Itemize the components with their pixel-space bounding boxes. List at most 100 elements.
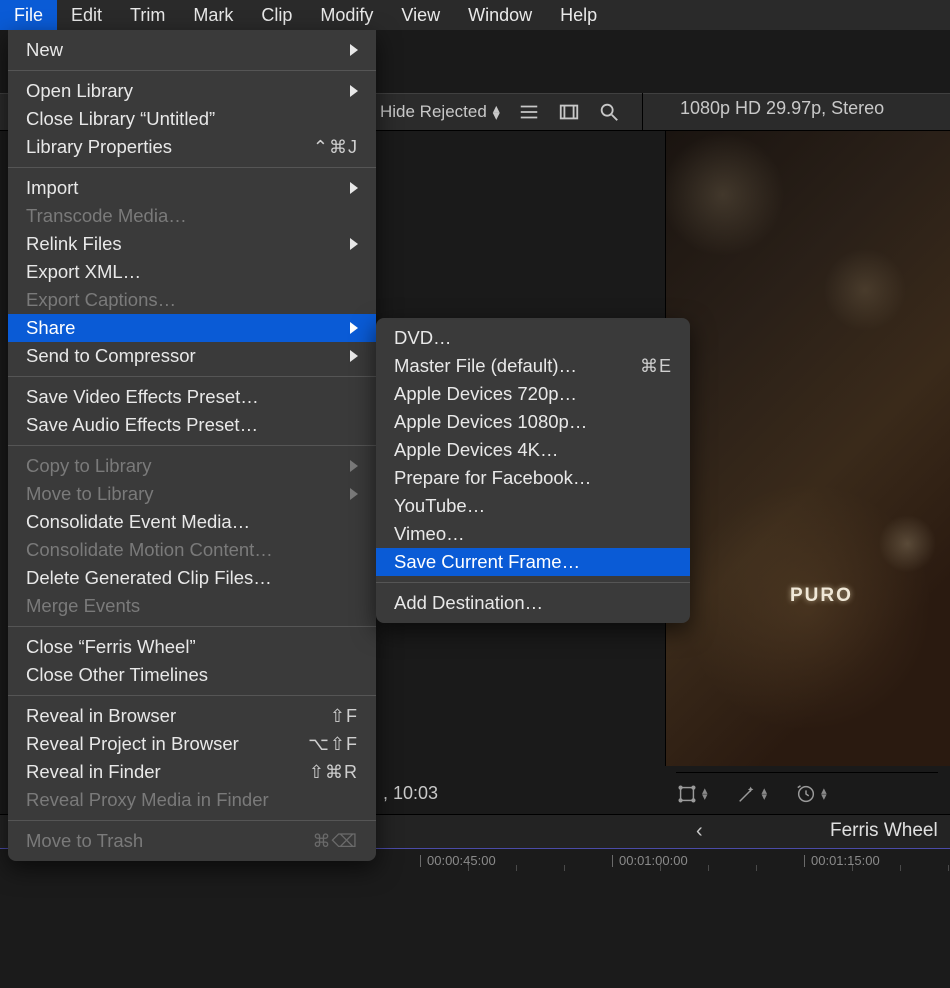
menu-item-shortcut: ⌘E bbox=[640, 356, 672, 377]
updown-icon: ▴▾ bbox=[821, 788, 827, 800]
menu-item-label: Consolidate Motion Content… bbox=[26, 539, 273, 561]
share-menu-item-apple-devices-4k[interactable]: Apple Devices 4K… bbox=[376, 436, 690, 464]
menu-item-label: Consolidate Event Media… bbox=[26, 511, 250, 533]
menu-item-label: Move to Trash bbox=[26, 830, 143, 852]
menu-item-label: Copy to Library bbox=[26, 455, 151, 477]
updown-icon: ▴▾ bbox=[493, 105, 500, 119]
list-view-icon[interactable] bbox=[518, 101, 540, 123]
menu-item-label: Save Audio Effects Preset… bbox=[26, 414, 258, 436]
ruler-subtick bbox=[852, 865, 853, 871]
submenu-arrow-icon bbox=[350, 350, 358, 362]
ruler-subtick bbox=[468, 865, 469, 871]
search-icon[interactable] bbox=[598, 101, 620, 123]
file-menu-item-import[interactable]: Import bbox=[8, 174, 376, 202]
menu-item-label: Close Other Timelines bbox=[26, 664, 208, 686]
file-menu-separator bbox=[8, 445, 376, 446]
share-menu-separator bbox=[376, 582, 690, 583]
ruler-subtick bbox=[660, 865, 661, 871]
menu-item-label: Add Destination… bbox=[394, 592, 543, 614]
menubar-item-clip[interactable]: Clip bbox=[247, 0, 306, 30]
menu-item-shortcut: ⌥⇧F bbox=[308, 734, 358, 755]
menu-item-label: Open Library bbox=[26, 80, 133, 102]
menu-item-label: Reveal Proxy Media in Finder bbox=[26, 789, 269, 811]
enhance-tool-dropdown[interactable]: ▴▾ bbox=[736, 783, 768, 805]
file-menu-item-close-other-timelines[interactable]: Close Other Timelines bbox=[8, 661, 376, 689]
share-menu-item-apple-devices-1080p[interactable]: Apple Devices 1080p… bbox=[376, 408, 690, 436]
share-menu-item-dvd[interactable]: DVD… bbox=[376, 324, 690, 352]
file-menu-item-open-library[interactable]: Open Library bbox=[8, 77, 376, 105]
file-menu-item-send-to-compressor[interactable]: Send to Compressor bbox=[8, 342, 376, 370]
share-menu-item-vimeo[interactable]: Vimeo… bbox=[376, 520, 690, 548]
share-menu-item-apple-devices-720p[interactable]: Apple Devices 720p… bbox=[376, 380, 690, 408]
submenu-arrow-icon bbox=[350, 182, 358, 194]
submenu-arrow-icon bbox=[350, 488, 358, 500]
menu-item-label: Master File (default)… bbox=[394, 355, 577, 377]
viewer-canvas bbox=[665, 131, 950, 766]
file-menu-item-close-library-untitled[interactable]: Close Library “Untitled” bbox=[8, 105, 376, 133]
file-menu-item-transcode-media: Transcode Media… bbox=[8, 202, 376, 230]
share-menu-item-save-current-frame[interactable]: Save Current Frame… bbox=[376, 548, 690, 576]
file-menu-item-export-captions: Export Captions… bbox=[8, 286, 376, 314]
menu-item-label: Reveal in Browser bbox=[26, 705, 176, 727]
share-menu-item-youtube[interactable]: YouTube… bbox=[376, 492, 690, 520]
submenu-arrow-icon bbox=[350, 44, 358, 56]
menu-item-label: Transcode Media… bbox=[26, 205, 187, 227]
ruler-tick: 00:01:00:00 bbox=[612, 853, 688, 868]
transform-tool-dropdown[interactable]: ▴▾ bbox=[676, 783, 708, 805]
menubar: FileEditTrimMarkClipModifyViewWindowHelp bbox=[0, 0, 950, 30]
file-menu-item-close-ferris-wheel[interactable]: Close “Ferris Wheel” bbox=[8, 633, 376, 661]
menubar-item-modify[interactable]: Modify bbox=[306, 0, 387, 30]
timeline-history-back-button[interactable]: ‹ bbox=[696, 820, 703, 843]
file-menu-item-save-audio-effects-preset[interactable]: Save Audio Effects Preset… bbox=[8, 411, 376, 439]
ruler-subtick bbox=[708, 865, 709, 871]
menubar-item-view[interactable]: View bbox=[387, 0, 454, 30]
submenu-arrow-icon bbox=[350, 322, 358, 334]
menu-item-label: New bbox=[26, 39, 63, 61]
menu-item-label: Relink Files bbox=[26, 233, 122, 255]
file-menu-item-share[interactable]: Share bbox=[8, 314, 376, 342]
menu-item-label: Vimeo… bbox=[394, 523, 465, 545]
file-menu-item-reveal-project-in-browser[interactable]: Reveal Project in Browser⌥⇧F bbox=[8, 730, 376, 758]
file-menu-item-delete-generated-clip-files[interactable]: Delete Generated Clip Files… bbox=[8, 564, 376, 592]
ruler-subtick bbox=[564, 865, 565, 871]
file-menu-item-reveal-in-browser[interactable]: Reveal in Browser⇧F bbox=[8, 702, 376, 730]
menu-item-label: Reveal in Finder bbox=[26, 761, 161, 783]
ruler-tick: 00:01:15:00 bbox=[804, 853, 880, 868]
menu-item-label: Close “Ferris Wheel” bbox=[26, 636, 196, 658]
file-menu-item-save-video-effects-preset[interactable]: Save Video Effects Preset… bbox=[8, 383, 376, 411]
file-menu-item-export-xml[interactable]: Export XML… bbox=[8, 258, 376, 286]
retime-tool-dropdown[interactable]: ▴▾ bbox=[795, 783, 827, 805]
file-menu-item-reveal-proxy-media-in-finder: Reveal Proxy Media in Finder bbox=[8, 786, 376, 814]
menu-item-label: Prepare for Facebook… bbox=[394, 467, 591, 489]
menubar-item-help[interactable]: Help bbox=[546, 0, 611, 30]
clip-filter-dropdown[interactable]: Hide Rejected ▴▾ bbox=[380, 102, 500, 122]
menu-item-label: YouTube… bbox=[394, 495, 485, 517]
menubar-item-trim[interactable]: Trim bbox=[116, 0, 179, 30]
file-menu-item-move-to-library: Move to Library bbox=[8, 480, 376, 508]
menubar-item-mark[interactable]: Mark bbox=[179, 0, 247, 30]
menu-item-shortcut: ⌃⌘J bbox=[313, 137, 358, 158]
menubar-item-edit[interactable]: Edit bbox=[57, 0, 116, 30]
menubar-item-window[interactable]: Window bbox=[454, 0, 546, 30]
ruler-tick-label: 00:01:15:00 bbox=[811, 853, 880, 868]
share-menu-item-master-file-default[interactable]: Master File (default)… ⌘E bbox=[376, 352, 690, 380]
submenu-arrow-icon bbox=[350, 460, 358, 472]
file-menu-item-reveal-in-finder[interactable]: Reveal in Finder⇧⌘R bbox=[8, 758, 376, 786]
updown-icon: ▴▾ bbox=[762, 788, 768, 800]
file-menu-item-relink-files[interactable]: Relink Files bbox=[8, 230, 376, 258]
viewer-image-text: PURO bbox=[790, 585, 853, 607]
ruler-subtick bbox=[756, 865, 757, 871]
file-menu-item-new[interactable]: New bbox=[8, 36, 376, 64]
menu-item-label: Apple Devices 4K… bbox=[394, 439, 559, 461]
menu-item-label: Apple Devices 720p… bbox=[394, 383, 577, 405]
file-menu-separator bbox=[8, 820, 376, 821]
timeline[interactable]: 00:00:45:0000:01:00:0000:01:15:00 bbox=[0, 848, 950, 988]
menubar-item-file[interactable]: File bbox=[0, 0, 57, 30]
filmstrip-view-icon[interactable] bbox=[558, 101, 580, 123]
share-menu-item-prepare-for-facebook[interactable]: Prepare for Facebook… bbox=[376, 464, 690, 492]
share-menu-item-add-destination[interactable]: Add Destination… bbox=[376, 589, 690, 617]
viewer-controls: ▴▾ ▴▾ ▴▾ bbox=[676, 772, 938, 808]
file-menu-item-library-properties[interactable]: Library Properties⌃⌘J bbox=[8, 133, 376, 161]
viewer-format-info: 1080p HD 29.97p, Stereo bbox=[680, 98, 884, 119]
file-menu-item-consolidate-event-media[interactable]: Consolidate Event Media… bbox=[8, 508, 376, 536]
